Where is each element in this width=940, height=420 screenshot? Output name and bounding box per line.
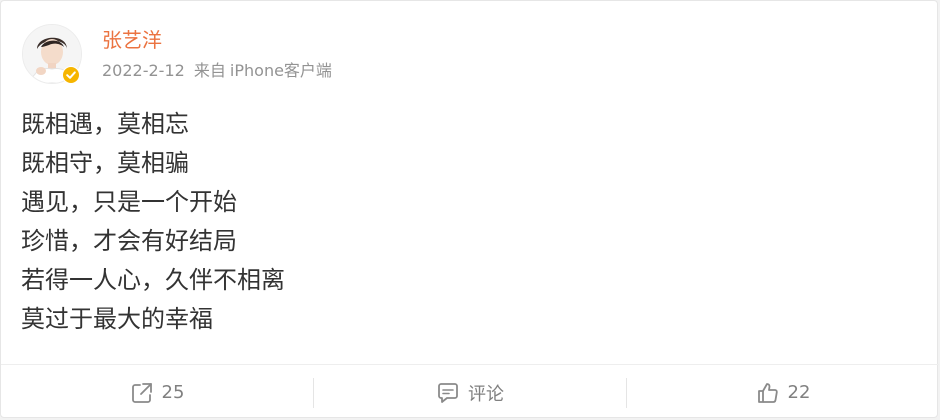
post-line: 遇见，只是一个开始 <box>21 188 237 216</box>
post-source: iPhone客户端 <box>229 61 332 80</box>
share-icon <box>130 381 154 405</box>
post-line: 莫过于最大的幸福 <box>21 305 213 333</box>
post-line: 若得一人心，久伴不相离 <box>21 266 285 294</box>
comment-label: 评论 <box>468 383 504 405</box>
weibo-post-card: 张艺洋 2022-2-12 来自 iPhone客户端 既相遇，莫相忘 既相守，莫相… <box>0 0 939 420</box>
post-date[interactable]: 2022-2-12 <box>102 61 185 80</box>
avatar-container[interactable] <box>22 24 82 84</box>
post-meta: 2022-2-12 来自 iPhone客户端 <box>102 60 332 82</box>
post-line: 既相遇，莫相忘 <box>21 110 189 138</box>
username[interactable]: 张艺洋 <box>102 28 162 52</box>
verified-badge-icon <box>62 66 80 84</box>
action-bar: 25 评论 22 <box>1 364 939 420</box>
post-line: 珍惜，才会有好结局 <box>21 227 237 255</box>
post-content: 既相遇，莫相忘 既相守，莫相骗 遇见，只是一个开始 珍惜，才会有好结局 若得一人… <box>21 105 901 339</box>
source-prefix: 来自 <box>193 61 226 80</box>
comment-button[interactable]: 评论 <box>314 365 626 420</box>
like-count: 22 <box>787 382 811 403</box>
repost-count: 25 <box>161 382 185 403</box>
like-button[interactable]: 22 <box>627 365 939 420</box>
repost-button[interactable]: 25 <box>1 365 313 420</box>
thumbs-up-icon <box>756 381 780 405</box>
post-line: 既相守，莫相骗 <box>21 149 189 177</box>
comment-icon <box>436 381 460 405</box>
